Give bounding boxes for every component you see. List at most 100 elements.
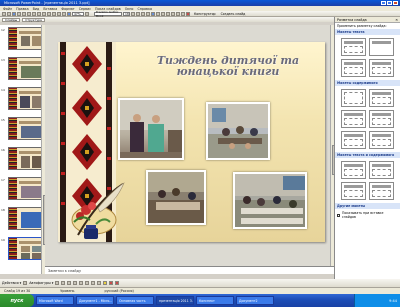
arrow-icon[interactable] bbox=[61, 281, 66, 285]
tab-outline[interactable]: Структура bbox=[22, 17, 45, 22]
photo-readers-podium[interactable] bbox=[118, 98, 184, 160]
font-size-select[interactable]: 18 bbox=[123, 11, 130, 16]
slide-thumbnail[interactable] bbox=[8, 147, 42, 170]
layout-thumb[interactable] bbox=[341, 131, 366, 149]
taskbar-item[interactable]: Microsoft Word bbox=[36, 296, 74, 305]
photo-classroom-2[interactable] bbox=[233, 172, 307, 229]
maximize-button[interactable] bbox=[387, 1, 392, 5]
italic-icon[interactable] bbox=[136, 11, 140, 16]
photo-classroom-1[interactable] bbox=[206, 102, 270, 160]
close-button[interactable] bbox=[393, 1, 398, 5]
layout-thumb[interactable] bbox=[341, 161, 366, 179]
slide-thumbnail[interactable] bbox=[8, 207, 42, 230]
layout-thumb[interactable] bbox=[369, 38, 394, 56]
text-color-icon[interactable] bbox=[115, 281, 120, 285]
wordart-icon[interactable] bbox=[85, 281, 90, 285]
checkbox-label: Показывать при вставке слайдов bbox=[342, 211, 384, 219]
layout-thumb[interactable] bbox=[369, 59, 394, 77]
layout-thumb[interactable] bbox=[369, 89, 394, 107]
select-arrow-icon[interactable] bbox=[23, 281, 28, 285]
menu-help[interactable]: Справка bbox=[137, 7, 152, 11]
align-center-icon[interactable] bbox=[156, 11, 160, 16]
table-icon[interactable] bbox=[62, 11, 66, 16]
grow-font-icon[interactable] bbox=[176, 11, 180, 16]
cut-icon[interactable] bbox=[32, 11, 36, 16]
menu-tools[interactable]: Сервис bbox=[79, 7, 91, 11]
start-button[interactable]: пуск bbox=[0, 294, 34, 307]
slide-thumbnail[interactable] bbox=[8, 57, 42, 80]
layout-thumb[interactable] bbox=[341, 38, 366, 56]
new-slide-button[interactable]: Создать слайд bbox=[221, 12, 246, 16]
actions-menu[interactable]: Действия ▾ bbox=[2, 281, 21, 285]
align-right-icon[interactable] bbox=[161, 11, 165, 16]
textbox-icon[interactable] bbox=[79, 281, 84, 285]
designer-button[interactable]: Конструктор bbox=[194, 12, 216, 16]
print-icon[interactable] bbox=[17, 11, 21, 16]
notes-pane[interactable]: Заметки к слайду bbox=[45, 266, 334, 274]
bold-icon[interactable] bbox=[131, 11, 135, 16]
close-icon[interactable]: ✕ bbox=[395, 18, 398, 22]
thumb-number: 15 bbox=[1, 118, 5, 122]
menu-window[interactable]: Окно bbox=[125, 7, 134, 11]
status-bar: Слайд 19 из 30 Уровень русский (Россия) bbox=[0, 287, 400, 294]
layout-thumb[interactable] bbox=[341, 59, 366, 77]
zoom-select[interactable]: 47% bbox=[72, 11, 84, 16]
slide-title[interactable]: Тиждень дитячої та юнацької книги bbox=[138, 55, 318, 77]
layout-thumb[interactable] bbox=[369, 131, 394, 149]
shrink-font-icon[interactable] bbox=[181, 11, 185, 16]
underline-icon[interactable] bbox=[141, 11, 145, 16]
layout-thumb[interactable] bbox=[341, 89, 366, 107]
taskbar-item-active[interactable]: презентація 2011 3... bbox=[156, 296, 194, 305]
autoshapes-menu[interactable]: Автофигуры ▾ bbox=[29, 281, 53, 285]
hyperlink-icon[interactable] bbox=[67, 11, 71, 16]
tab-slides[interactable]: Слайды bbox=[2, 17, 21, 22]
shadow-icon[interactable] bbox=[146, 11, 150, 16]
show-on-insert-checkbox[interactable] bbox=[337, 213, 340, 217]
new-icon[interactable] bbox=[2, 11, 6, 16]
layout-thumb[interactable] bbox=[369, 161, 394, 179]
slide-thumbnail[interactable] bbox=[8, 177, 42, 200]
save-icon[interactable] bbox=[12, 11, 16, 16]
font-select[interactable]: Franklin Gothic Book bbox=[94, 10, 122, 18]
picture-icon[interactable] bbox=[97, 281, 102, 285]
taskbar-item[interactable]: Документ2 bbox=[236, 296, 274, 305]
line-color-icon[interactable] bbox=[109, 281, 114, 285]
slide-thumbnail[interactable] bbox=[8, 117, 42, 140]
copy-icon[interactable] bbox=[37, 11, 41, 16]
oval-icon[interactable] bbox=[73, 281, 78, 285]
rectangle-icon[interactable] bbox=[67, 281, 72, 285]
minimize-button[interactable] bbox=[381, 1, 386, 5]
slide-thumbnail-selected[interactable] bbox=[8, 237, 42, 260]
bullets-icon[interactable] bbox=[171, 11, 175, 16]
layout-thumb[interactable] bbox=[369, 110, 394, 128]
chart-icon[interactable] bbox=[57, 11, 61, 16]
open-icon[interactable] bbox=[7, 11, 11, 16]
taskbar-item[interactable]: Конспект bbox=[196, 296, 234, 305]
numbering-icon[interactable] bbox=[166, 11, 170, 16]
menu-insert[interactable]: Вставка bbox=[43, 7, 57, 11]
menu-view[interactable]: Вид bbox=[33, 7, 40, 11]
clipart-icon[interactable] bbox=[91, 281, 96, 285]
font-color-icon[interactable] bbox=[186, 11, 190, 16]
photo-reading-students[interactable] bbox=[146, 170, 206, 225]
layout-thumb[interactable] bbox=[369, 182, 394, 200]
slide-thumbnail[interactable] bbox=[8, 87, 42, 110]
help-icon[interactable] bbox=[85, 11, 89, 16]
undo-icon[interactable] bbox=[47, 11, 51, 16]
slide-thumbnail[interactable] bbox=[8, 27, 42, 50]
line-icon[interactable] bbox=[55, 281, 60, 285]
taskbar-item[interactable]: Основная часть bbox=[116, 296, 154, 305]
slide-canvas[interactable]: Тиждень дитячої та юнацької книги bbox=[58, 42, 325, 242]
menu-file[interactable]: Файл bbox=[3, 7, 12, 11]
paste-icon[interactable] bbox=[42, 11, 46, 16]
menu-format[interactable]: Формат bbox=[61, 7, 74, 11]
layout-thumb[interactable] bbox=[341, 110, 366, 128]
align-left-icon[interactable] bbox=[151, 11, 155, 16]
taskbar-item[interactable]: Документ1 - Micro... bbox=[76, 296, 114, 305]
spelling-icon[interactable] bbox=[27, 11, 31, 16]
fill-color-icon[interactable] bbox=[103, 281, 108, 285]
menu-edit[interactable]: Правка bbox=[16, 7, 29, 11]
preview-icon[interactable] bbox=[22, 11, 26, 16]
redo-icon[interactable] bbox=[52, 11, 56, 16]
layout-thumb[interactable] bbox=[341, 182, 366, 200]
